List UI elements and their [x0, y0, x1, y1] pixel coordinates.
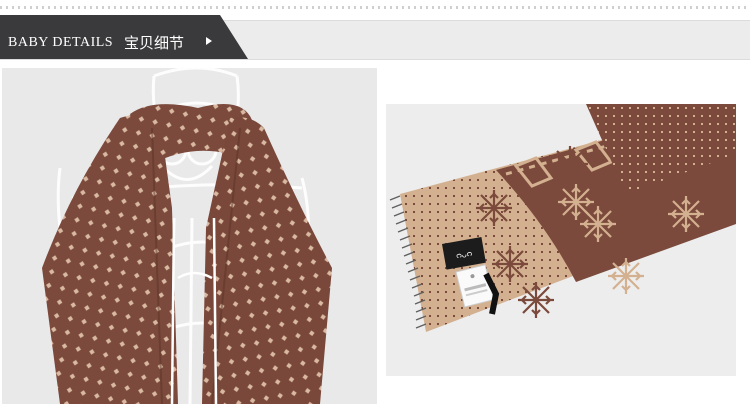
scarf-pattern-detail-photo: ᴒᴗᴒ: [386, 104, 736, 376]
scarf-on-mannequin-photo: [2, 68, 377, 404]
section-title-tab: BABY DETAILS 宝贝细节: [0, 15, 250, 59]
section-title-zh: 宝贝细节: [124, 34, 185, 52]
play-arrow-icon: [206, 37, 212, 45]
section-title-en: BABY DETAILS: [8, 35, 114, 50]
top-dotted-line: [0, 6, 750, 9]
